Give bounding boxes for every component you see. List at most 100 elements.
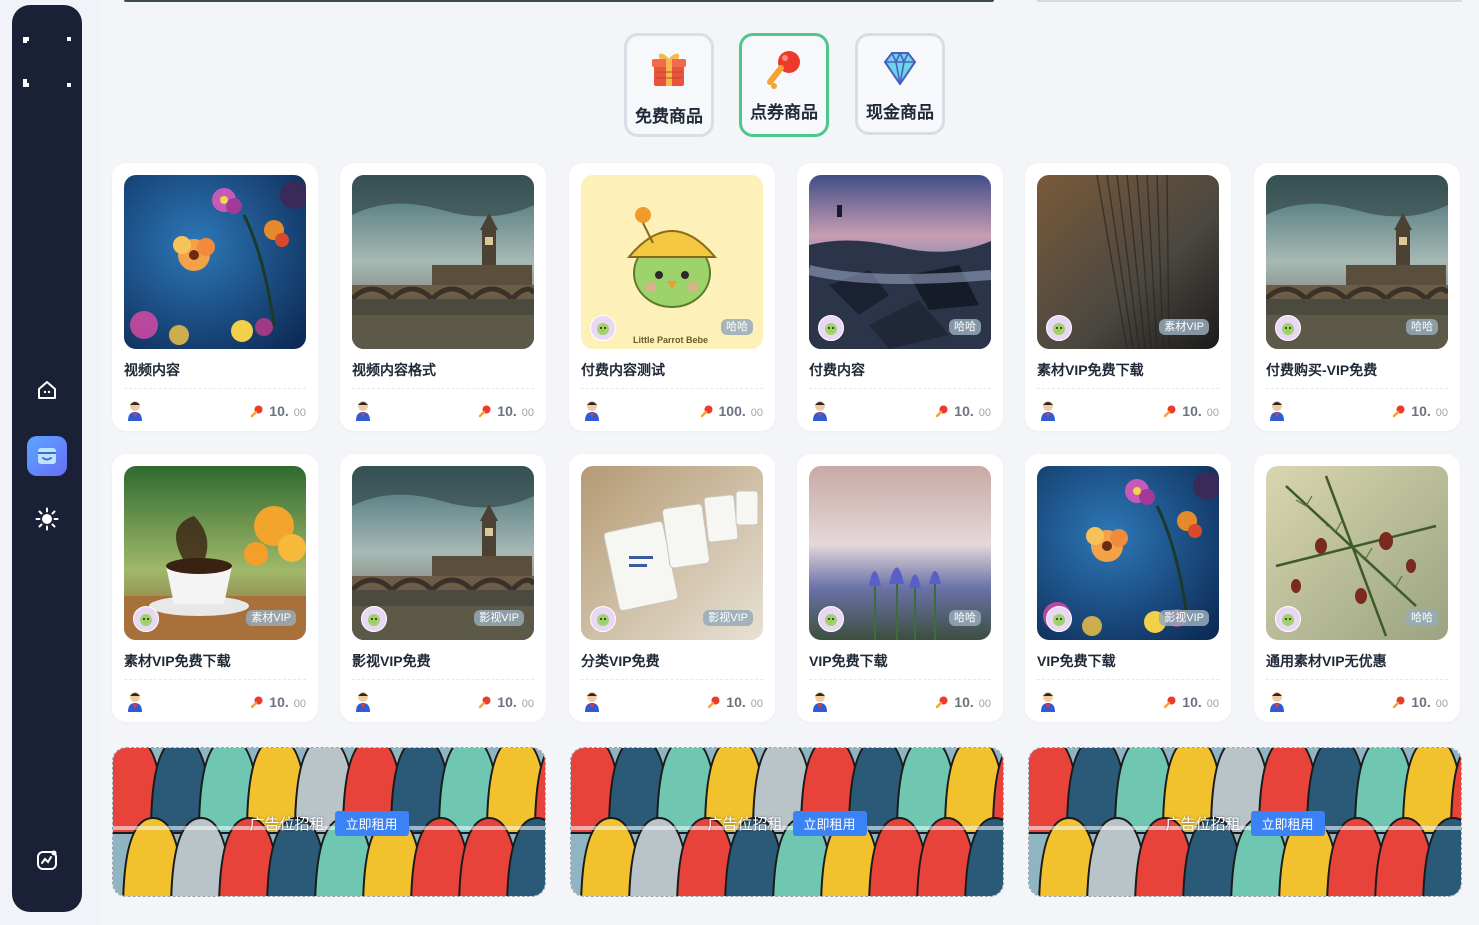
product-card[interactable]: Little Parrot Bebe 哈哈 付费内容测试 100. 00	[569, 163, 775, 431]
product-title[interactable]: 通用素材VIP无优惠	[1266, 651, 1387, 671]
tab-free-goods[interactable]: 免费商品	[624, 33, 714, 137]
price-decimal: 00	[293, 407, 306, 419]
product-thumbnail[interactable]: 影视VIP	[352, 466, 534, 640]
product-thumbnail[interactable]: 哈哈	[809, 175, 991, 349]
product-price: 10. 00	[1163, 403, 1219, 419]
author-avatar[interactable]	[1037, 690, 1059, 712]
author-avatar[interactable]	[809, 690, 831, 712]
tab-cash-goods[interactable]: 现金商品	[855, 33, 945, 135]
diamond-icon	[884, 52, 916, 85]
product-title[interactable]: 素材VIP免费下载	[1037, 360, 1144, 380]
product-thumbnail[interactable]: 素材VIP	[124, 466, 306, 640]
sun-icon[interactable]	[27, 499, 67, 539]
price-value: 10.	[726, 694, 746, 710]
product-thumbnail[interactable]: Little Parrot Bebe 哈哈	[581, 175, 763, 349]
divider	[352, 679, 534, 680]
product-title[interactable]: 视频内容	[124, 360, 180, 380]
divider	[124, 679, 306, 680]
product-thumbnail[interactable]	[124, 175, 306, 349]
product-card[interactable]: 影视VIP VIP免费下载 10. 00	[1025, 454, 1231, 722]
author-avatar[interactable]	[352, 690, 374, 712]
product-card[interactable]: 素材VIP 素材VIP免费下载 10. 00	[112, 454, 318, 722]
analytics-icon[interactable]	[27, 840, 67, 880]
divider	[581, 679, 763, 680]
product-card[interactable]: 影视VIP 影视VIP免费 10. 00	[340, 454, 546, 722]
author-avatar[interactable]	[581, 690, 603, 712]
product-card[interactable]: 视频内容格式 10. 00	[340, 163, 546, 431]
product-title[interactable]: 付费内容测试	[581, 360, 665, 380]
product-title[interactable]: 付费内容	[809, 360, 865, 380]
product-thumbnail[interactable]	[352, 175, 534, 349]
ad-banner[interactable]: 广告位招租 立即租用	[112, 747, 546, 897]
product-thumbnail[interactable]: 影视VIP	[1037, 466, 1219, 640]
product-title[interactable]: 影视VIP免费	[352, 651, 431, 671]
vip-tag: 哈哈	[949, 319, 981, 335]
product-title[interactable]: 付费购买-VIP免费	[1266, 360, 1377, 380]
banner-edge	[124, 0, 994, 2]
author-avatar[interactable]	[1037, 399, 1059, 421]
vip-tag: 哈哈	[949, 610, 981, 626]
product-thumbnail[interactable]: 哈哈	[1266, 175, 1448, 349]
product-thumbnail[interactable]: 哈哈	[809, 466, 991, 640]
vip-tag: 素材VIP	[1159, 319, 1209, 335]
author-avatar[interactable]	[124, 690, 146, 712]
vip-tag: 影视VIP	[703, 610, 753, 626]
creator-badge-icon	[818, 315, 844, 341]
rent-now-button[interactable]: 立即租用	[792, 811, 867, 836]
product-price: 10. 00	[250, 694, 306, 710]
product-card[interactable]: 哈哈 VIP免费下载 10. 00	[797, 454, 1003, 722]
author-avatar[interactable]	[352, 399, 374, 421]
product-card[interactable]: 素材VIP 素材VIP免费下载 10. 00	[1025, 163, 1231, 431]
creator-badge-icon	[1046, 606, 1072, 632]
author-avatar[interactable]	[1266, 690, 1288, 712]
creator-badge-icon	[818, 606, 844, 632]
ad-text: 广告位招租	[1165, 816, 1241, 833]
ad-banner[interactable]: 广告位招租 立即租用	[570, 747, 1004, 897]
sidebar	[12, 5, 82, 912]
product-thumbnail[interactable]: 影视VIP	[581, 466, 763, 640]
vip-tag: 哈哈	[721, 319, 753, 335]
product-card[interactable]: 影视VIP 分类VIP免费 10. 00	[569, 454, 775, 722]
author-avatar[interactable]	[809, 399, 831, 421]
divider	[352, 388, 534, 389]
price-decimal: 00	[521, 698, 534, 710]
price-value: 10.	[954, 694, 974, 710]
product-title[interactable]: 视频内容格式	[352, 360, 436, 380]
coupon-icon	[1164, 405, 1176, 418]
price-value: 10.	[269, 694, 289, 710]
author-avatar[interactable]	[124, 399, 146, 421]
author-avatar[interactable]	[581, 399, 603, 421]
divider	[1037, 679, 1219, 680]
rent-now-button[interactable]: 立即租用	[334, 811, 409, 836]
product-thumbnail[interactable]: 素材VIP	[1037, 175, 1219, 349]
product-title[interactable]: 素材VIP免费下载	[124, 651, 231, 671]
vip-tag: 哈哈	[1406, 610, 1438, 626]
tab-label: 免费商品	[635, 107, 703, 126]
product-title[interactable]: VIP免费下载	[809, 651, 888, 671]
coupon-icon	[479, 696, 491, 709]
home-icon[interactable]	[27, 370, 67, 410]
product-title[interactable]: VIP免费下载	[1037, 651, 1116, 671]
tab-label: 点券商品	[750, 103, 818, 122]
product-price: 10. 00	[1163, 694, 1219, 710]
product-title[interactable]: 分类VIP免费	[581, 651, 660, 671]
ad-text: 广告位招租	[707, 816, 783, 833]
vip-tag: 哈哈	[1406, 319, 1438, 335]
coupon-icon	[479, 405, 491, 418]
ad-text: 广告位招租	[249, 816, 325, 833]
author-avatar[interactable]	[1266, 399, 1288, 421]
coupon-icon	[767, 51, 800, 89]
product-price: 10. 00	[935, 694, 991, 710]
logo-icon[interactable]	[21, 35, 73, 87]
product-card[interactable]: 哈哈 付费购买-VIP免费 10. 00	[1254, 163, 1460, 431]
price-decimal: 00	[1435, 698, 1448, 710]
store-icon[interactable]	[27, 436, 67, 476]
product-card[interactable]: 视频内容 10. 00	[112, 163, 318, 431]
tab-coupon-goods[interactable]: 点券商品	[739, 33, 829, 137]
product-price: 10. 00	[1392, 403, 1448, 419]
rent-now-button[interactable]: 立即租用	[1250, 811, 1325, 836]
product-card[interactable]: 哈哈 通用素材VIP无优惠 10. 00	[1254, 454, 1460, 722]
product-thumbnail[interactable]: 哈哈	[1266, 466, 1448, 640]
product-card[interactable]: 哈哈 付费内容 10. 00	[797, 163, 1003, 431]
ad-banner[interactable]: 广告位招租 立即租用	[1028, 747, 1462, 897]
